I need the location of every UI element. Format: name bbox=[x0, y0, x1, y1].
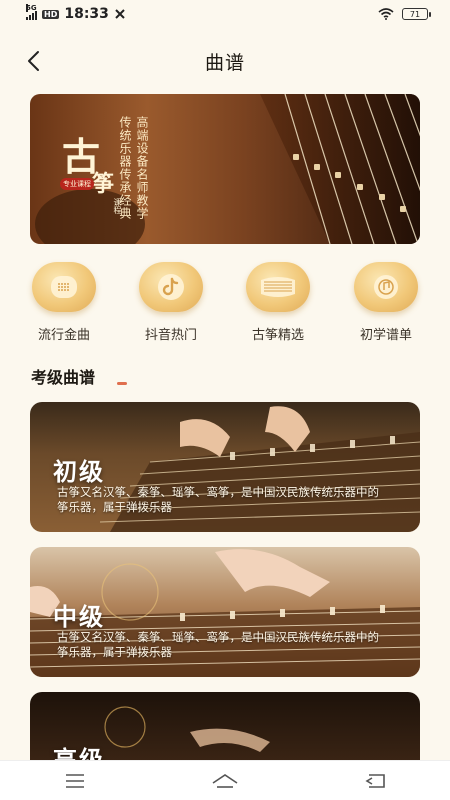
level-card-intermediate[interactable]: 中级 古筝又名汉筝、秦筝、瑶筝、鸾筝，是中国汉民族传统乐器中的筝乐器，属于弹拨乐… bbox=[30, 547, 420, 677]
music-disc-icon bbox=[354, 262, 418, 312]
category-popular[interactable]: 流行金曲 bbox=[24, 262, 104, 343]
banner-slogan-line-2: 传统乐器传承经典 bbox=[118, 116, 132, 220]
level-title: 中级 bbox=[53, 602, 105, 631]
category-label: 古筝精选 bbox=[251, 328, 304, 343]
tools-icon bbox=[115, 9, 125, 19]
nav-bar: 曲谱 bbox=[0, 40, 450, 82]
system-nav-bar bbox=[0, 760, 450, 800]
menu-button[interactable] bbox=[55, 766, 95, 796]
back-button[interactable] bbox=[18, 46, 48, 76]
level-card-advanced[interactable]: 高级 bbox=[30, 692, 420, 762]
category-row: 流行金曲 抖音热门 古筝精选 初学谱单 bbox=[0, 262, 450, 352]
guzheng-banner[interactable]: 古 筝 专业课程 课程 高端设备名师教学 传统乐器传承经典 bbox=[30, 94, 420, 244]
battery-icon: 71 bbox=[402, 8, 431, 20]
banner-slogan: 高端设备名师教学 传统乐器传承经典 bbox=[118, 116, 149, 220]
back-nav-button[interactable] bbox=[355, 766, 395, 796]
category-douyin[interactable]: 抖音热门 bbox=[131, 262, 211, 343]
category-label: 流行金曲 bbox=[37, 328, 90, 343]
category-label: 初学谱单 bbox=[359, 328, 412, 343]
back-icon bbox=[365, 773, 385, 788]
speaker-icon bbox=[32, 262, 96, 312]
category-beginner[interactable]: 初学谱单 bbox=[346, 262, 426, 343]
menu-icon bbox=[66, 773, 84, 788]
banner-logo: 古 筝 专业课程 课程 bbox=[52, 116, 122, 226]
network-label: 5G bbox=[26, 3, 37, 12]
banner-slogan-line-1: 高端设备名师教学 bbox=[135, 116, 149, 220]
guzheng-icon bbox=[246, 262, 310, 312]
section-title-accent bbox=[117, 382, 127, 385]
home-icon bbox=[212, 773, 238, 788]
level-title: 初级 bbox=[53, 457, 105, 486]
level-card-beginner[interactable]: 初级 古筝又名汉筝、秦筝、瑶筝、鸾筝，是中国汉民族传统乐器中的筝乐器，属于弹拨乐… bbox=[30, 402, 420, 532]
clock: 18:33 bbox=[64, 6, 109, 22]
status-bar: 5G HD 18:33 71 bbox=[0, 0, 450, 28]
level-description: 古筝又名汉筝、秦筝、瑶筝、鸾筝，是中国汉民族传统乐器中的筝乐器，属于弹拨乐器 bbox=[57, 485, 379, 514]
wifi-icon bbox=[378, 8, 394, 20]
status-right: 71 bbox=[378, 8, 431, 20]
battery-level: 71 bbox=[409, 9, 421, 19]
page-title: 曲谱 bbox=[204, 51, 245, 74]
chevron-left-icon bbox=[28, 51, 39, 71]
category-label: 抖音热门 bbox=[144, 328, 197, 343]
logo-seal: 专业课程 bbox=[60, 178, 94, 190]
status-left: 5G HD 18:33 bbox=[26, 3, 126, 22]
tiktok-icon bbox=[139, 262, 203, 312]
home-button[interactable] bbox=[205, 766, 245, 796]
level-description: 古筝又名汉筝、秦筝、瑶筝、鸾筝，是中国汉民族传统乐器中的筝乐器，属于弹拨乐器 bbox=[57, 630, 379, 659]
section-title: 考级曲谱 bbox=[31, 368, 96, 387]
logo-char-2: 筝 bbox=[92, 171, 115, 197]
signal-icon: 5G bbox=[26, 3, 37, 20]
hd-icon: HD bbox=[42, 9, 60, 19]
level-title: 高级 bbox=[53, 745, 105, 762]
category-guzheng[interactable]: 古筝精选 bbox=[238, 262, 318, 343]
